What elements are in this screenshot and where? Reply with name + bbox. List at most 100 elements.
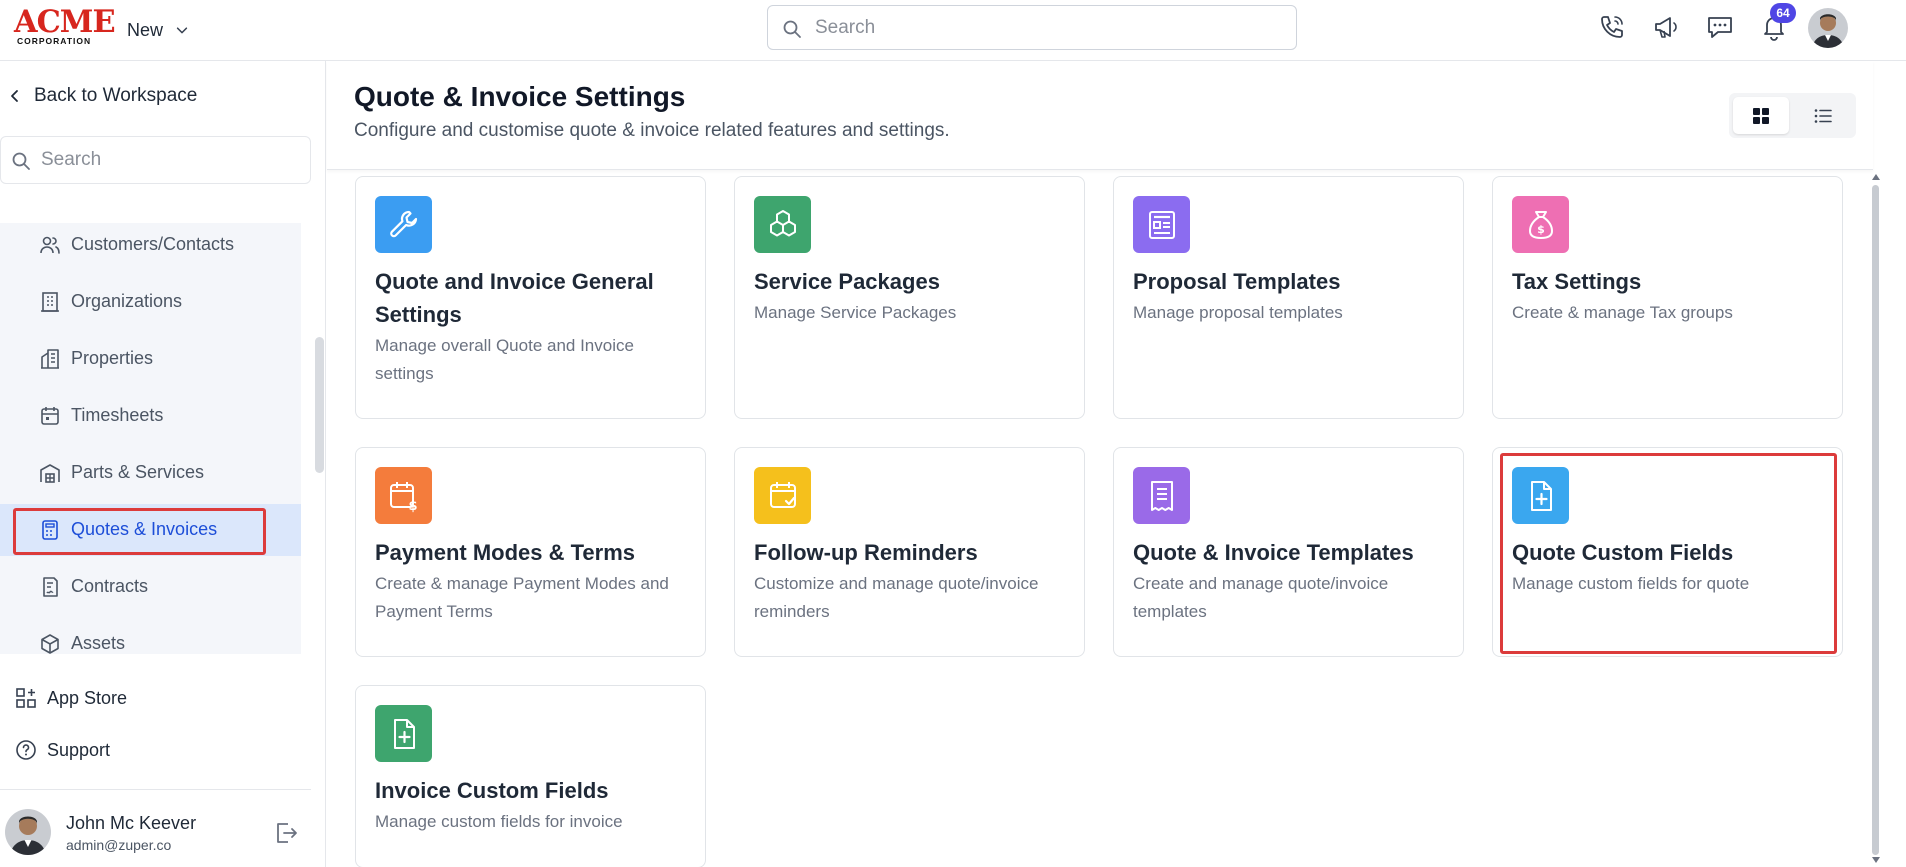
user-name: John Mc Keever bbox=[66, 813, 197, 833]
sidebar-item-label: Customers/Contacts bbox=[71, 234, 235, 254]
sidebar-item-label: Organizations bbox=[71, 291, 183, 311]
users-icon bbox=[40, 236, 60, 254]
svg-text:$: $ bbox=[1537, 223, 1545, 236]
contract-icon bbox=[43, 577, 58, 597]
card-description: Manage proposal templates bbox=[1133, 303, 1343, 322]
sidebar-item-label: Parts & Services bbox=[71, 462, 205, 482]
warehouse-icon bbox=[40, 464, 60, 483]
card-icon-tile: $ bbox=[375, 467, 432, 524]
new-label: New bbox=[127, 19, 164, 40]
card-icon-tile bbox=[754, 467, 811, 524]
card-icon-tile bbox=[375, 705, 432, 762]
sidebar-item-parts-services[interactable]: Parts & Services bbox=[0, 447, 301, 499]
megaphone-icon bbox=[1655, 17, 1677, 38]
sidebar-item-organizations[interactable]: Organizations bbox=[0, 276, 301, 328]
card-description: Create & manage Payment Modes and Paymen… bbox=[375, 574, 669, 621]
card-general-settings[interactable]: Quote and Invoice General Settings Manag… bbox=[355, 176, 706, 419]
cube-icon bbox=[41, 634, 59, 654]
card-title: Tax Settings bbox=[1512, 269, 1642, 294]
card-follow-up-reminders[interactable]: Follow-up Reminders Customize and manage… bbox=[734, 447, 1085, 657]
list-view-button[interactable] bbox=[1795, 97, 1851, 134]
card-icon-tile bbox=[1133, 467, 1190, 524]
card-icon-tile bbox=[1133, 196, 1190, 253]
chat-icon bbox=[1708, 17, 1732, 38]
acme-logo[interactable]: ACME CORPORATION bbox=[14, 6, 116, 46]
app-store-link[interactable]: App Store bbox=[15, 687, 127, 709]
card-description: Customize and manage quote/invoice remin… bbox=[754, 574, 1039, 621]
card-icon-tile bbox=[1512, 467, 1569, 524]
card-payment-modes-terms[interactable]: $ Payment Modes & Terms Create & manage … bbox=[355, 447, 706, 657]
logo-subtitle: CORPORATION bbox=[17, 36, 92, 46]
notification-count-badge: 64 bbox=[1770, 3, 1796, 23]
avatar-image bbox=[1808, 8, 1848, 48]
profile-avatar[interactable] bbox=[1808, 8, 1848, 48]
page-subtitle: Configure and customise quote & invoice … bbox=[354, 120, 950, 141]
calendar-check-icon bbox=[769, 481, 796, 508]
new-dropdown-button[interactable]: New bbox=[127, 16, 189, 44]
sidebar-item-assets[interactable]: Assets bbox=[0, 618, 301, 654]
sidebar-item-properties[interactable]: Properties bbox=[0, 333, 301, 385]
help-circle-icon bbox=[16, 740, 36, 760]
wrench-icon bbox=[389, 210, 417, 237]
properties-icon bbox=[41, 349, 59, 369]
scroll-up-arrow-icon[interactable] bbox=[1870, 172, 1882, 182]
card-icon-tile: $ bbox=[1512, 196, 1569, 253]
card-invoice-custom-fields[interactable]: Invoice Custom Fields Manage custom fiel… bbox=[355, 685, 706, 867]
content-scrollbar[interactable] bbox=[1872, 185, 1879, 855]
phone-button[interactable] bbox=[1593, 8, 1631, 46]
announcements-button[interactable] bbox=[1647, 8, 1685, 46]
card-description: Manage custom fields for quote bbox=[1512, 574, 1750, 593]
back-to-workspace-link[interactable]: Back to Workspace bbox=[8, 85, 197, 107]
chevron-down-icon bbox=[176, 27, 188, 34]
file-plus-icon bbox=[393, 718, 415, 749]
sidebar-item-label: Contracts bbox=[71, 576, 149, 596]
user-divider bbox=[0, 789, 311, 790]
phone-icon bbox=[1601, 16, 1623, 38]
logout-icon[interactable] bbox=[272, 819, 300, 847]
search-icon bbox=[783, 20, 801, 38]
card-title: Quote and Invoice General Settings bbox=[375, 269, 654, 327]
chat-button[interactable] bbox=[1701, 8, 1739, 46]
sidebar-item-timesheets[interactable]: Timesheets bbox=[0, 390, 301, 442]
card-quote-custom-fields[interactable]: Quote Custom Fields Manage custom fields… bbox=[1492, 447, 1843, 657]
sidebar-scrollbar[interactable] bbox=[315, 337, 324, 473]
card-description: Create & manage Tax groups bbox=[1512, 303, 1733, 322]
back-to-workspace-label: Back to Workspace bbox=[34, 85, 198, 106]
sidebar-item-label: Quotes & Invoices bbox=[71, 519, 218, 539]
sidebar-item-quotes-invoices[interactable]: Quotes & Invoices bbox=[0, 504, 301, 556]
sidebar-item-customers-contacts[interactable]: Customers/Contacts bbox=[0, 223, 301, 271]
sidebar-item-contracts[interactable]: Contracts bbox=[0, 561, 301, 613]
card-quote-invoice-templates[interactable]: Quote & Invoice Templates Create and man… bbox=[1113, 447, 1464, 657]
apps-icon bbox=[16, 688, 36, 708]
file-plus-icon bbox=[1530, 480, 1552, 511]
support-link[interactable]: Support bbox=[15, 739, 110, 761]
card-service-packages[interactable]: Service Packages Manage Service Packages bbox=[734, 176, 1085, 419]
money-bag-icon: $ bbox=[1528, 210, 1553, 239]
global-search-input[interactable] bbox=[815, 6, 1285, 49]
user-avatar[interactable] bbox=[5, 809, 51, 855]
receipt-icon bbox=[1150, 480, 1173, 511]
chevron-left-icon bbox=[11, 90, 18, 102]
card-title: Quote Custom Fields bbox=[1512, 540, 1734, 565]
sidebar-item-label: Properties bbox=[71, 348, 154, 368]
calculator-icon bbox=[42, 520, 58, 540]
scroll-down-arrow-icon[interactable] bbox=[1870, 855, 1882, 865]
view-toggle bbox=[1729, 93, 1856, 138]
card-description: Manage overall Quote and Invoice setting… bbox=[375, 336, 634, 383]
card-tax-settings[interactable]: $ Tax Settings Create & manage Tax group… bbox=[1492, 176, 1843, 419]
app-store-label: App Store bbox=[47, 687, 128, 708]
card-title: Proposal Templates bbox=[1133, 269, 1341, 294]
grid-view-button[interactable] bbox=[1733, 97, 1789, 134]
sidebar-search-input[interactable] bbox=[41, 137, 301, 183]
sidebar-nav-list: Customers/Contacts Organizations Propert… bbox=[0, 223, 301, 654]
logo-word: ACME bbox=[14, 4, 116, 40]
svg-text:$: $ bbox=[408, 499, 417, 513]
avatar-image bbox=[5, 809, 51, 855]
template-icon bbox=[1148, 210, 1175, 239]
card-description: Create and manage quote/invoice template… bbox=[1133, 574, 1389, 621]
card-description: Manage Service Packages bbox=[754, 303, 957, 322]
card-proposal-templates[interactable]: Proposal Templates Manage proposal templ… bbox=[1113, 176, 1464, 419]
sidebar-search bbox=[0, 136, 311, 184]
top-bar: ACME CORPORATION New 64 bbox=[0, 0, 1906, 61]
grid-icon bbox=[1753, 107, 1769, 124]
